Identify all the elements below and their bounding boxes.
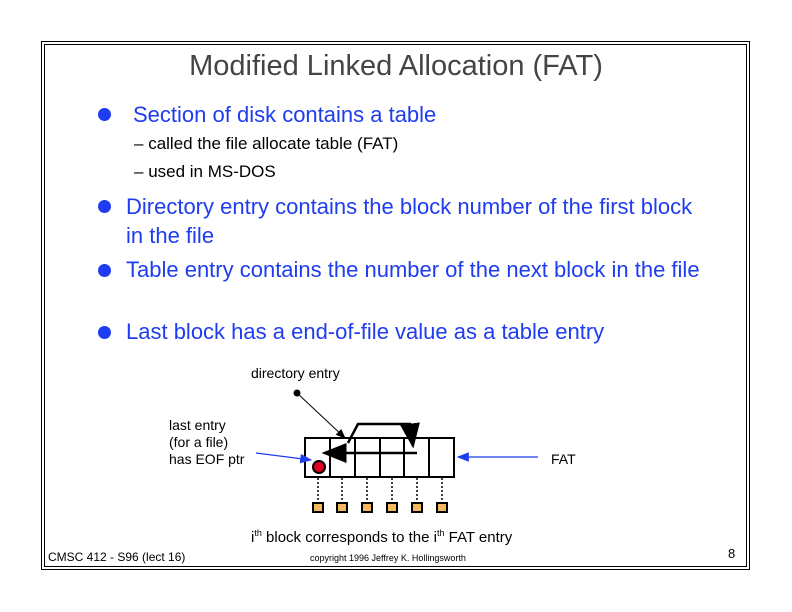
last-entry-line-1: last entry (169, 417, 226, 433)
directory-entry-label: directory entry (251, 365, 340, 381)
copyright-footer: copyright 1996 Jeffrey K. Hollingsworth (310, 553, 466, 563)
eof-marker-icon (312, 460, 326, 474)
course-footer: CMSC 412 - S96 (lect 16) (48, 550, 186, 564)
block-connectors (317, 478, 443, 500)
eof-label-arrow (255, 452, 313, 464)
fat-table (304, 437, 455, 478)
caption-end: FAT entry (444, 529, 513, 546)
disk-blocks (312, 502, 448, 513)
last-entry-line-3: has EOF ptr (169, 451, 245, 467)
directory-pointer-arrow (296, 392, 346, 439)
caption-mid: block corresponds to the i (261, 529, 437, 546)
last-entry-label: last entry (for a file) has EOF ptr (169, 417, 244, 468)
diagram-caption: ith block corresponds to the ith FAT ent… (251, 525, 512, 546)
page-number: 8 (728, 546, 736, 561)
caption-sup: th (254, 528, 262, 538)
fat-diagram (255, 389, 538, 513)
fat-label: FAT (551, 451, 576, 467)
last-entry-line-2: (for a file) (169, 434, 229, 450)
